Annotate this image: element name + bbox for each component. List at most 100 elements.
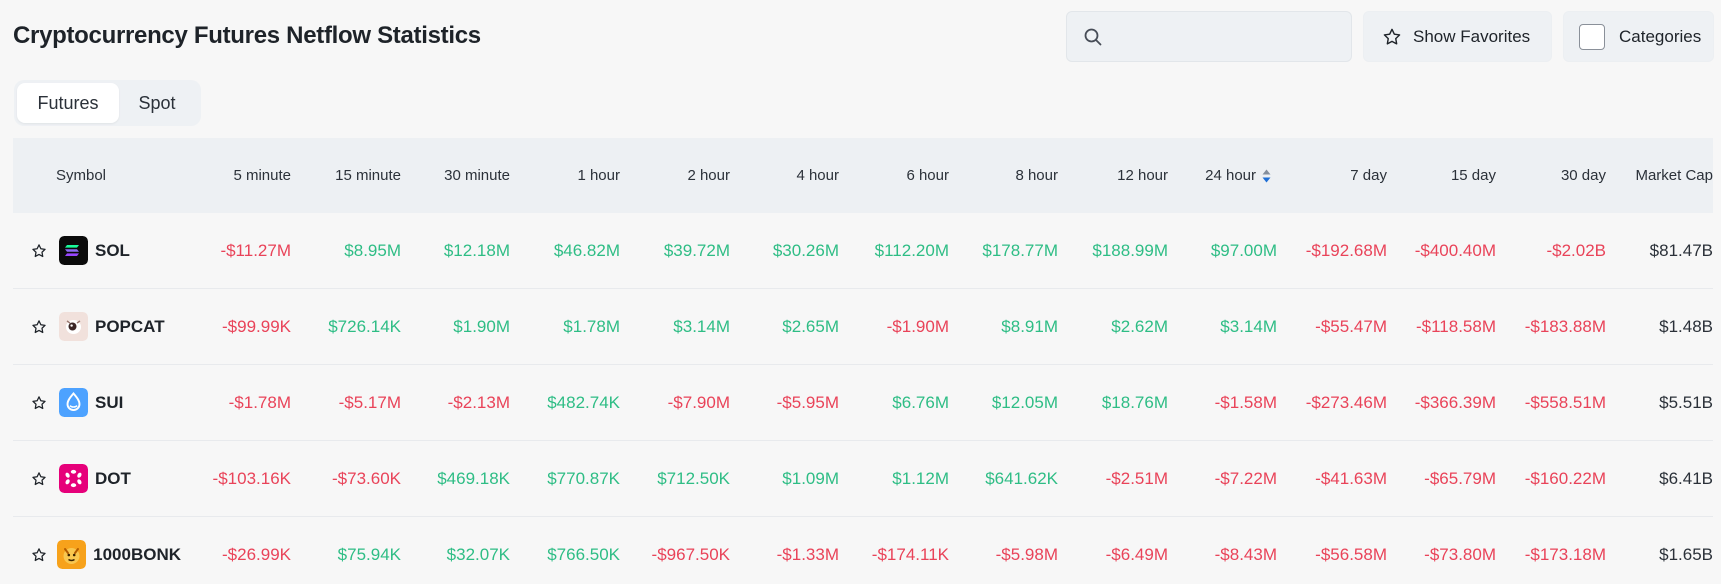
coin-symbol: 1000BONK bbox=[93, 544, 181, 564]
netflow-value: $12.18M bbox=[443, 240, 510, 260]
netflow-value: $32.07K bbox=[446, 544, 510, 564]
netflow-value: -$1.78M bbox=[228, 392, 291, 412]
netflow-value: -$7.90M bbox=[667, 392, 730, 412]
netflow-value: $18.76M bbox=[1101, 392, 1168, 412]
table-row[interactable]: DOT -$103.16K -$73.60K $469.18K $770.87K $712… bbox=[13, 440, 1713, 517]
column-header[interactable]: Market Cap bbox=[1606, 138, 1713, 213]
favorite-star-icon[interactable] bbox=[31, 394, 49, 412]
column-header[interactable]: 6 hour bbox=[839, 138, 949, 213]
market-cap-value: $6.41B bbox=[1659, 468, 1713, 488]
netflow-value: -$65.79M bbox=[1424, 468, 1496, 488]
symbol-cell: POPCAT bbox=[13, 289, 181, 365]
show-favorites-button[interactable]: Show Favorites bbox=[1363, 11, 1552, 62]
netflow-value: $726.14K bbox=[328, 316, 401, 336]
favorite-star-icon[interactable] bbox=[31, 242, 49, 260]
netflow-value: -$192.68M bbox=[1305, 240, 1387, 260]
netflow-value: -$366.39M bbox=[1414, 392, 1496, 412]
search-input[interactable] bbox=[1113, 20, 1341, 54]
column-header[interactable]: 30 day bbox=[1496, 138, 1606, 213]
column-header-24-hour[interactable]: 24 hour bbox=[1168, 138, 1277, 213]
symbol-cell: DOT bbox=[13, 441, 181, 517]
netflow-value: $1.90M bbox=[453, 316, 510, 336]
netflow-value: $641.62K bbox=[985, 468, 1058, 488]
netflow-value: $1.78M bbox=[563, 316, 620, 336]
favorite-star-icon[interactable] bbox=[31, 318, 49, 336]
table-row[interactable]: 1000BONK -$26.99K $75.94K $32.07K $766.50K -$… bbox=[13, 516, 1713, 584]
market-cap-value: $1.65B bbox=[1659, 544, 1713, 564]
market-type-tabs: Futures Spot bbox=[14, 80, 201, 126]
tab-spot[interactable]: Spot bbox=[119, 83, 195, 123]
symbol-cell: SUI bbox=[13, 365, 181, 441]
table-header-row: Symbol 5 minute 15 minute 30 minute 1 ho… bbox=[13, 138, 1713, 213]
column-header[interactable]: 1 hour bbox=[510, 138, 620, 213]
column-header[interactable]: 8 hour bbox=[949, 138, 1058, 213]
column-header[interactable]: 2 hour bbox=[620, 138, 730, 213]
table-row[interactable]: POPCAT -$99.99K $726.14K $1.90M $1.78M $3.14M… bbox=[13, 288, 1713, 365]
sort-desc-icon bbox=[1262, 169, 1271, 183]
netflow-value: $30.26M bbox=[772, 240, 839, 260]
netflow-value: -$99.99K bbox=[222, 316, 291, 336]
column-header[interactable]: 15 minute bbox=[291, 138, 401, 213]
netflow-value: -$5.17M bbox=[338, 392, 401, 412]
favorite-star-icon[interactable] bbox=[31, 470, 49, 488]
netflow-value: $3.14M bbox=[673, 316, 730, 336]
show-favorites-label: Show Favorites bbox=[1413, 26, 1531, 46]
column-header[interactable]: 15 day bbox=[1387, 138, 1496, 213]
netflow-table: Symbol 5 minute 15 minute 30 minute 1 ho… bbox=[13, 138, 1713, 584]
netflow-value: $39.72M bbox=[663, 240, 730, 260]
netflow-value: $6.76M bbox=[892, 392, 949, 412]
netflow-value: -$55.47M bbox=[1315, 316, 1387, 336]
netflow-value: $188.99M bbox=[1092, 240, 1168, 260]
netflow-value: -$118.58M bbox=[1415, 316, 1496, 336]
column-header[interactable]: 4 hour bbox=[730, 138, 839, 213]
netflow-value: -$26.99K bbox=[222, 544, 291, 564]
netflow-value: -$273.46M bbox=[1305, 392, 1387, 412]
market-cap-value: $1.48B bbox=[1659, 316, 1713, 336]
netflow-value: -$8.43M bbox=[1214, 544, 1277, 564]
netflow-value: -$6.49M bbox=[1105, 544, 1168, 564]
column-header[interactable]: 7 day bbox=[1277, 138, 1387, 213]
search-icon bbox=[1083, 27, 1103, 47]
netflow-value: $770.87K bbox=[547, 468, 620, 488]
favorite-star-icon[interactable] bbox=[31, 546, 47, 564]
coin-symbol: POPCAT bbox=[95, 316, 165, 336]
market-cap-value: $81.47B bbox=[1649, 240, 1713, 260]
coin-symbol: DOT bbox=[95, 468, 131, 488]
netflow-value: $178.77M bbox=[982, 240, 1058, 260]
netflow-value: -$160.22M bbox=[1524, 468, 1606, 488]
netflow-value: $2.62M bbox=[1111, 316, 1168, 336]
netflow-value: -$7.22M bbox=[1214, 468, 1277, 488]
categories-button[interactable]: Categories bbox=[1563, 11, 1714, 62]
netflow-value: $8.91M bbox=[1001, 316, 1058, 336]
coin-symbol: SUI bbox=[95, 392, 124, 412]
sol-coin-icon bbox=[59, 236, 88, 265]
categories-checkbox[interactable] bbox=[1579, 23, 1605, 50]
netflow-value: -$73.80M bbox=[1424, 544, 1496, 564]
netflow-value: $8.95M bbox=[344, 240, 401, 260]
netflow-value: -$1.90M bbox=[886, 316, 949, 336]
star-outline-icon bbox=[1382, 26, 1404, 48]
netflow-value: $75.94K bbox=[337, 544, 401, 564]
table-row[interactable]: SUI -$1.78M -$5.17M -$2.13M $482.74K -$7.90M -… bbox=[13, 364, 1713, 441]
netflow-value: -$1.58M bbox=[1214, 392, 1277, 412]
column-header-label: 24 hour bbox=[1205, 167, 1256, 184]
netflow-value: -$41.63M bbox=[1315, 468, 1387, 488]
bonk-coin-icon bbox=[57, 540, 87, 569]
netflow-value: $469.18K bbox=[437, 468, 510, 488]
netflow-value: $46.82M bbox=[553, 240, 620, 260]
netflow-value: -$967.50K bbox=[651, 544, 730, 564]
netflow-value: -$558.51M bbox=[1524, 392, 1606, 412]
column-header[interactable]: 30 minute bbox=[401, 138, 510, 213]
search-box[interactable] bbox=[1066, 11, 1352, 62]
netflow-value: -$1.33M bbox=[776, 544, 839, 564]
netflow-value: $2.65M bbox=[782, 316, 839, 336]
column-header[interactable]: Symbol bbox=[13, 138, 181, 213]
column-header[interactable]: 12 hour bbox=[1058, 138, 1168, 213]
netflow-value: $3.14M bbox=[1220, 316, 1277, 336]
netflow-value: $12.05M bbox=[991, 392, 1058, 412]
table-row[interactable]: SOL -$11.27M $8.95M $12.18M $46.82M $39.72M $3… bbox=[13, 213, 1713, 289]
column-header[interactable]: 5 minute bbox=[181, 138, 291, 213]
netflow-value: -$103.16K bbox=[212, 468, 291, 488]
tab-futures[interactable]: Futures bbox=[17, 83, 119, 123]
dot-coin-icon bbox=[59, 464, 88, 493]
